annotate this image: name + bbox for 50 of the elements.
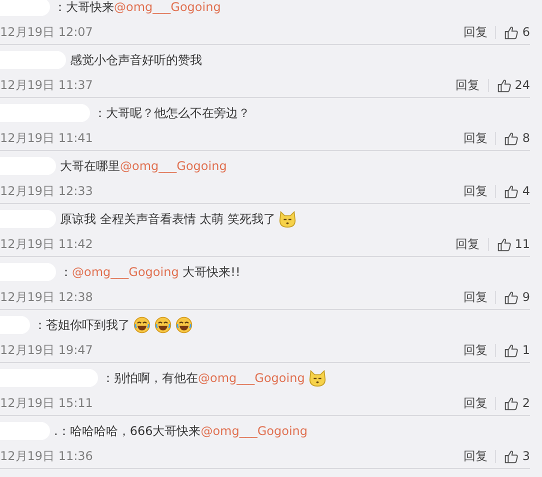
- reply-link[interactable]: 回复: [463, 394, 488, 412]
- thumbs-up-icon: [504, 24, 520, 40]
- thumbs-up-icon: [504, 342, 520, 358]
- like-button[interactable]: 3: [504, 448, 530, 464]
- thumbs-up-icon: [504, 396, 520, 410]
- comment-text: 原谅我 全程关声音看表情 太萌 笑死我了: [60, 210, 276, 228]
- dog-face-icon: [308, 368, 327, 388]
- reply-link[interactable]: 回复: [456, 76, 480, 94]
- comment-text: 感觉小仓声音好听的赞我: [70, 52, 202, 68]
- comment-text: .：哈哈哈哈，666大哥快来@omg___Gogoing: [54, 422, 308, 440]
- like-button[interactable]: 24: [496, 78, 530, 92]
- comment-time: 12月19日 11:41: [0, 130, 94, 146]
- like-button[interactable]: 4: [504, 184, 530, 198]
- like-button[interactable]: 6: [504, 24, 530, 40]
- reply-link[interactable]: 回复: [463, 342, 488, 358]
- comment-text: ：苍姐你吓到我了: [34, 316, 130, 334]
- comment-text: ：大哥呢？他怎么不在旁边？: [94, 104, 250, 122]
- thumbs-up-icon: [496, 78, 512, 92]
- thumbs-up-icon: [496, 236, 512, 252]
- like-button[interactable]: 1: [504, 342, 530, 358]
- comment-time: 12月19日 12:33: [0, 182, 94, 200]
- thumbs-up-icon: [504, 130, 520, 146]
- comment-time: 12月19日 19:47: [0, 342, 94, 358]
- dog-face-icon: [278, 210, 298, 228]
- laughing-face-icon: [154, 316, 172, 334]
- comment-time: 12月19日 15:11: [0, 394, 94, 412]
- comment-time: 12月19日 11:37: [0, 76, 94, 94]
- comment-time: 12月19日 12:07: [0, 24, 94, 40]
- like-button[interactable]: 8: [504, 130, 530, 146]
- comment-text: ：别怕啊，有他在@omg___Gogoing: [102, 370, 305, 386]
- laughing-face-icon: [133, 316, 151, 334]
- reply-link[interactable]: 回复: [456, 236, 480, 252]
- thumbs-up-icon: [504, 184, 520, 198]
- comment-time: 12月19日 12:38: [0, 288, 94, 306]
- reply-link[interactable]: 回复: [463, 130, 488, 146]
- comment-text: ：大哥快来@omg___Gogoing: [54, 0, 221, 16]
- like-button[interactable]: 2: [504, 396, 530, 410]
- comment-text: ：@omg___Gogoing 大哥快来!!: [60, 264, 240, 280]
- like-button[interactable]: 9: [504, 290, 530, 304]
- reply-link[interactable]: 回复: [463, 24, 488, 40]
- thumbs-up-icon: [504, 448, 520, 464]
- reply-link[interactable]: 回复: [463, 448, 488, 464]
- comment-text: 大哥在哪里@omg___Gogoing: [60, 158, 227, 174]
- like-button[interactable]: 11: [496, 236, 530, 252]
- comment-time: 12月19日 11:42: [0, 236, 94, 252]
- laughing-face-icon: [175, 316, 193, 334]
- reply-link[interactable]: 回复: [463, 288, 488, 306]
- reply-link[interactable]: 回复: [463, 182, 488, 200]
- comment-time: 12月19日 11:36: [0, 448, 94, 464]
- thumbs-up-icon: [504, 290, 520, 304]
